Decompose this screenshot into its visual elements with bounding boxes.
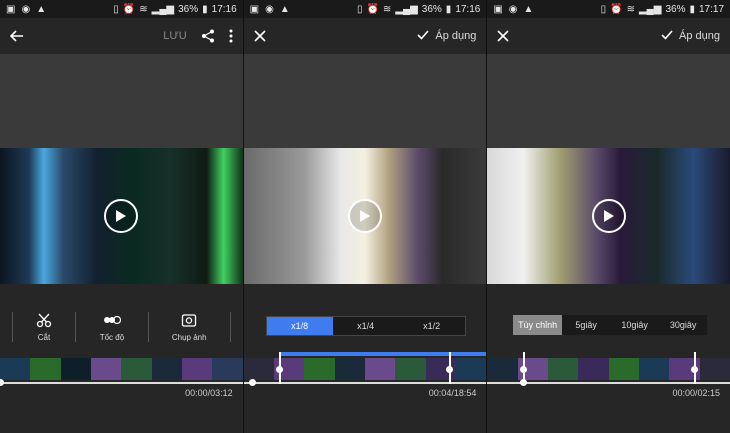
tool-label: Tốc độ	[99, 333, 125, 342]
top-toolbar: LƯU	[0, 18, 243, 54]
preview-background	[243, 54, 487, 148]
time-readout: 00:04/18:54	[428, 388, 477, 398]
play-button[interactable]	[348, 199, 382, 233]
video-preview[interactable]	[487, 148, 730, 284]
wifi-icon: ≋	[626, 3, 635, 15]
alarm-icon: ⏰	[610, 3, 623, 15]
battery-percent: 36%	[665, 3, 686, 15]
warning-icon: ▲	[279, 3, 290, 15]
status-time: 17:17	[698, 3, 725, 15]
range-end-handle[interactable]	[445, 366, 453, 373]
status-time: 17:16	[455, 3, 481, 15]
trim-tool-button[interactable]: Cắt	[36, 312, 52, 342]
time-readout: 00:00/03:12	[185, 388, 233, 398]
signal-icon: ▂▄▆	[395, 3, 418, 15]
location-icon: ◉	[508, 3, 518, 15]
battery-icon: ▮	[445, 3, 452, 15]
preview-background	[487, 54, 730, 148]
tool-bar: Cắt Tốc độ Chụp ảnh	[0, 307, 243, 347]
apply-label: Áp dụng	[679, 30, 721, 42]
apply-button[interactable]: Áp dụng	[417, 29, 477, 43]
speed-tool-button[interactable]: Tốc độ	[100, 312, 124, 342]
status-time: 17:16	[211, 3, 237, 15]
battery-icon: ▮	[689, 3, 695, 15]
vibrate-icon: ▯	[600, 3, 607, 15]
save-button[interactable]: LƯU	[163, 30, 186, 42]
top-toolbar: Áp dụng	[243, 18, 487, 54]
apply-label: Áp dụng	[435, 30, 477, 42]
duration-option-30s[interactable]: 30giây	[659, 315, 708, 335]
status-bar: ▣ ◉ ▲ ▯ ⏰ ≋ ▂▄▆ 36% ▮ 17:17	[487, 0, 730, 18]
duration-option-custom[interactable]: Tùy chỉnh	[513, 315, 562, 335]
status-bar: ▣ ◉ ▲ ▯ ⏰ ≋ ▂▄▆ 36% ▮ 17:16	[243, 0, 487, 18]
timeline-strip[interactable]	[0, 356, 243, 382]
editor-screen-trim: ▣ ◉ ▲ ▯ ⏰ ≋ ▂▄▆ 36% ▮ 17:16 LƯU Cắt Tốc …	[0, 0, 243, 433]
wifi-icon: ≋	[382, 3, 392, 15]
location-icon: ◉	[265, 3, 274, 15]
speed-option-quarter[interactable]: x1/4	[333, 317, 399, 335]
warning-icon: ▲	[36, 3, 47, 15]
vibrate-icon: ▯	[356, 3, 363, 15]
video-preview[interactable]	[243, 148, 487, 284]
editor-screen-duration: ▣ ◉ ▲ ▯ ⏰ ≋ ▂▄▆ 36% ▮ 17:17 Áp dụng Tùy chỉnh 5g…	[486, 0, 730, 433]
signal-icon: ▂▄▆	[638, 3, 662, 15]
battery-percent: 36%	[421, 3, 442, 15]
back-icon[interactable]	[10, 29, 24, 43]
timeline-track	[0, 382, 243, 384]
apply-button[interactable]: Áp dụng	[661, 29, 721, 43]
image-notification-icon: ▣	[6, 3, 16, 15]
speed-option-half[interactable]: x1/2	[399, 317, 465, 335]
play-button[interactable]	[104, 199, 139, 233]
duration-option-5s[interactable]: 5giây	[562, 315, 611, 335]
divider	[147, 312, 149, 342]
vibrate-icon: ▯	[113, 3, 119, 15]
status-bar: ▣ ◉ ▲ ▯ ⏰ ≋ ▂▄▆ 36% ▮ 17:16	[0, 0, 243, 18]
close-icon[interactable]	[497, 30, 509, 42]
divider	[11, 312, 13, 342]
divider	[75, 312, 77, 342]
speed-selector: x1/8 x1/4 x1/2	[265, 316, 466, 336]
check-icon	[661, 29, 673, 43]
speed-icon	[103, 312, 122, 330]
tool-label: Cắt	[37, 333, 51, 342]
check-icon	[417, 29, 429, 43]
tool-label: Chụp ảnh	[171, 333, 207, 342]
range-start-handle[interactable]	[275, 366, 283, 373]
duration-option-10s[interactable]: 10giây	[610, 315, 659, 335]
wifi-icon: ≋	[139, 3, 148, 15]
speed-option-eighth[interactable]: x1/8	[266, 317, 333, 335]
top-toolbar: Áp dụng	[487, 18, 730, 54]
divider	[229, 312, 231, 342]
share-icon[interactable]	[201, 29, 215, 43]
image-notification-icon: ▣	[493, 3, 503, 15]
preview-background	[0, 54, 243, 148]
location-icon: ◉	[21, 3, 31, 15]
video-preview[interactable]	[0, 148, 243, 284]
playhead-handle[interactable]	[248, 379, 256, 386]
more-options-icon[interactable]	[229, 29, 233, 43]
scissors-icon	[36, 312, 52, 330]
time-readout: 00:00/02:15	[672, 388, 721, 398]
battery-percent: 36%	[178, 3, 199, 15]
alarm-icon: ⏰	[366, 3, 379, 15]
snapshot-tool-button[interactable]: Chụp ảnh	[172, 312, 207, 342]
editor-screen-speed: ▣ ◉ ▲ ▯ ⏰ ≋ ▂▄▆ 36% ▮ 17:16 Áp dụng x1/8 x1/4 x1…	[242, 0, 487, 433]
alarm-icon: ⏰	[122, 3, 136, 15]
warning-icon: ▲	[523, 3, 534, 15]
image-notification-icon: ▣	[249, 3, 260, 15]
battery-icon: ▮	[202, 3, 208, 15]
duration-selector: Tùy chỉnh 5giây 10giây 30giây	[513, 315, 708, 335]
camera-icon	[181, 312, 197, 330]
close-icon[interactable]	[254, 30, 266, 42]
play-button[interactable]	[591, 199, 626, 233]
signal-icon: ▂▄▆	[151, 3, 175, 15]
